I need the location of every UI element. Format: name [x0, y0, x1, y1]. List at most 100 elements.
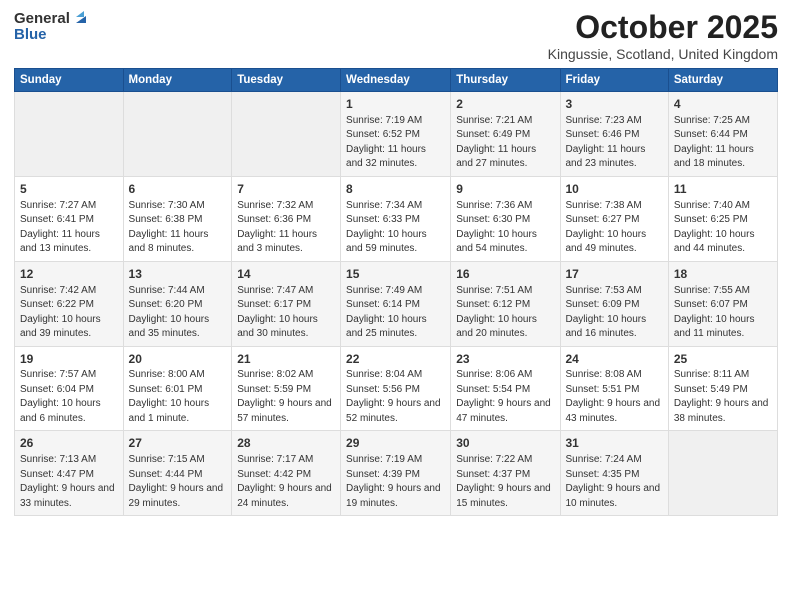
- table-row: [232, 92, 341, 177]
- table-row: 22Sunrise: 8:04 AM Sunset: 5:56 PM Dayli…: [341, 346, 451, 431]
- day-number: 19: [20, 351, 118, 368]
- table-row: 23Sunrise: 8:06 AM Sunset: 5:54 PM Dayli…: [451, 346, 560, 431]
- day-number: 27: [129, 435, 227, 452]
- table-row: 25Sunrise: 8:11 AM Sunset: 5:49 PM Dayli…: [668, 346, 777, 431]
- day-number: 25: [674, 351, 772, 368]
- page-container: General Blue October 2025 Kingussie, Sco…: [0, 0, 792, 524]
- day-info: Sunrise: 7:32 AM Sunset: 6:36 PM Dayligh…: [237, 199, 335, 257]
- calendar-week-row: 26Sunrise: 7:13 AM Sunset: 4:47 PM Dayli…: [15, 431, 778, 516]
- day-number: 1: [346, 96, 445, 113]
- calendar-table: Sunday Monday Tuesday Wednesday Thursday…: [14, 68, 778, 516]
- table-row: 14Sunrise: 7:47 AM Sunset: 6:17 PM Dayli…: [232, 261, 341, 346]
- table-row: 13Sunrise: 7:44 AM Sunset: 6:20 PM Dayli…: [123, 261, 232, 346]
- day-number: 31: [566, 435, 663, 452]
- table-row: 29Sunrise: 7:19 AM Sunset: 4:39 PM Dayli…: [341, 431, 451, 516]
- table-row: 12Sunrise: 7:42 AM Sunset: 6:22 PM Dayli…: [15, 261, 124, 346]
- col-monday: Monday: [123, 69, 232, 92]
- table-row: 6Sunrise: 7:30 AM Sunset: 6:38 PM Daylig…: [123, 176, 232, 261]
- col-sunday: Sunday: [15, 69, 124, 92]
- day-info: Sunrise: 7:47 AM Sunset: 6:17 PM Dayligh…: [237, 284, 335, 342]
- table-row: [123, 92, 232, 177]
- day-info: Sunrise: 7:25 AM Sunset: 6:44 PM Dayligh…: [674, 114, 772, 172]
- table-row: 3Sunrise: 7:23 AM Sunset: 6:46 PM Daylig…: [560, 92, 668, 177]
- day-info: Sunrise: 7:17 AM Sunset: 4:42 PM Dayligh…: [237, 453, 335, 511]
- day-number: 24: [566, 351, 663, 368]
- day-info: Sunrise: 7:13 AM Sunset: 4:47 PM Dayligh…: [20, 453, 118, 511]
- day-number: 18: [674, 266, 772, 283]
- table-row: 15Sunrise: 7:49 AM Sunset: 6:14 PM Dayli…: [341, 261, 451, 346]
- day-info: Sunrise: 7:53 AM Sunset: 6:09 PM Dayligh…: [566, 284, 663, 342]
- day-info: Sunrise: 8:06 AM Sunset: 5:54 PM Dayligh…: [456, 368, 554, 426]
- header: General Blue October 2025 Kingussie, Sco…: [14, 10, 778, 62]
- day-info: Sunrise: 7:27 AM Sunset: 6:41 PM Dayligh…: [20, 199, 118, 257]
- title-block: October 2025 Kingussie, Scotland, United…: [548, 10, 778, 62]
- col-saturday: Saturday: [668, 69, 777, 92]
- day-number: 6: [129, 181, 227, 198]
- table-row: 16Sunrise: 7:51 AM Sunset: 6:12 PM Dayli…: [451, 261, 560, 346]
- day-number: 20: [129, 351, 227, 368]
- day-info: Sunrise: 7:24 AM Sunset: 4:35 PM Dayligh…: [566, 453, 663, 511]
- table-row: 19Sunrise: 7:57 AM Sunset: 6:04 PM Dayli…: [15, 346, 124, 431]
- table-row: 24Sunrise: 8:08 AM Sunset: 5:51 PM Dayli…: [560, 346, 668, 431]
- day-number: 9: [456, 181, 554, 198]
- day-info: Sunrise: 7:30 AM Sunset: 6:38 PM Dayligh…: [129, 199, 227, 257]
- day-info: Sunrise: 7:38 AM Sunset: 6:27 PM Dayligh…: [566, 199, 663, 257]
- logo-general: General: [14, 10, 70, 27]
- table-row: 2Sunrise: 7:21 AM Sunset: 6:49 PM Daylig…: [451, 92, 560, 177]
- day-number: 17: [566, 266, 663, 283]
- day-info: Sunrise: 7:42 AM Sunset: 6:22 PM Dayligh…: [20, 284, 118, 342]
- day-number: 3: [566, 96, 663, 113]
- table-row: 10Sunrise: 7:38 AM Sunset: 6:27 PM Dayli…: [560, 176, 668, 261]
- day-number: 26: [20, 435, 118, 452]
- day-number: 5: [20, 181, 118, 198]
- table-row: 8Sunrise: 7:34 AM Sunset: 6:33 PM Daylig…: [341, 176, 451, 261]
- day-number: 30: [456, 435, 554, 452]
- day-number: 11: [674, 181, 772, 198]
- day-number: 10: [566, 181, 663, 198]
- logo-icon: [72, 10, 90, 28]
- day-info: Sunrise: 7:22 AM Sunset: 4:37 PM Dayligh…: [456, 453, 554, 511]
- col-tuesday: Tuesday: [232, 69, 341, 92]
- day-number: 22: [346, 351, 445, 368]
- logo: General Blue: [14, 10, 90, 44]
- table-row: 20Sunrise: 8:00 AM Sunset: 6:01 PM Dayli…: [123, 346, 232, 431]
- day-info: Sunrise: 7:57 AM Sunset: 6:04 PM Dayligh…: [20, 368, 118, 426]
- table-row: 30Sunrise: 7:22 AM Sunset: 4:37 PM Dayli…: [451, 431, 560, 516]
- day-info: Sunrise: 8:00 AM Sunset: 6:01 PM Dayligh…: [129, 368, 227, 426]
- day-info: Sunrise: 7:34 AM Sunset: 6:33 PM Dayligh…: [346, 199, 445, 257]
- day-info: Sunrise: 8:02 AM Sunset: 5:59 PM Dayligh…: [237, 368, 335, 426]
- table-row: 7Sunrise: 7:32 AM Sunset: 6:36 PM Daylig…: [232, 176, 341, 261]
- day-number: 23: [456, 351, 554, 368]
- day-number: 16: [456, 266, 554, 283]
- month-title: October 2025: [548, 10, 778, 45]
- logo-blue: Blue: [14, 26, 47, 44]
- calendar-week-row: 1Sunrise: 7:19 AM Sunset: 6:52 PM Daylig…: [15, 92, 778, 177]
- day-number: 2: [456, 96, 554, 113]
- day-info: Sunrise: 7:23 AM Sunset: 6:46 PM Dayligh…: [566, 114, 663, 172]
- day-info: Sunrise: 7:19 AM Sunset: 4:39 PM Dayligh…: [346, 453, 445, 511]
- table-row: 26Sunrise: 7:13 AM Sunset: 4:47 PM Dayli…: [15, 431, 124, 516]
- table-row: 11Sunrise: 7:40 AM Sunset: 6:25 PM Dayli…: [668, 176, 777, 261]
- day-number: 4: [674, 96, 772, 113]
- table-row: 4Sunrise: 7:25 AM Sunset: 6:44 PM Daylig…: [668, 92, 777, 177]
- day-info: Sunrise: 7:55 AM Sunset: 6:07 PM Dayligh…: [674, 284, 772, 342]
- day-number: 15: [346, 266, 445, 283]
- table-row: 18Sunrise: 7:55 AM Sunset: 6:07 PM Dayli…: [668, 261, 777, 346]
- table-row: 17Sunrise: 7:53 AM Sunset: 6:09 PM Dayli…: [560, 261, 668, 346]
- table-row: 31Sunrise: 7:24 AM Sunset: 4:35 PM Dayli…: [560, 431, 668, 516]
- day-info: Sunrise: 7:44 AM Sunset: 6:20 PM Dayligh…: [129, 284, 227, 342]
- table-row: 28Sunrise: 7:17 AM Sunset: 4:42 PM Dayli…: [232, 431, 341, 516]
- day-info: Sunrise: 8:08 AM Sunset: 5:51 PM Dayligh…: [566, 368, 663, 426]
- day-info: Sunrise: 7:19 AM Sunset: 6:52 PM Dayligh…: [346, 114, 445, 172]
- weekday-header-row: Sunday Monday Tuesday Wednesday Thursday…: [15, 69, 778, 92]
- col-thursday: Thursday: [451, 69, 560, 92]
- day-number: 29: [346, 435, 445, 452]
- day-number: 13: [129, 266, 227, 283]
- day-number: 12: [20, 266, 118, 283]
- day-info: Sunrise: 8:11 AM Sunset: 5:49 PM Dayligh…: [674, 368, 772, 426]
- calendar-week-row: 12Sunrise: 7:42 AM Sunset: 6:22 PM Dayli…: [15, 261, 778, 346]
- calendar-week-row: 5Sunrise: 7:27 AM Sunset: 6:41 PM Daylig…: [15, 176, 778, 261]
- day-info: Sunrise: 7:15 AM Sunset: 4:44 PM Dayligh…: [129, 453, 227, 511]
- table-row: 5Sunrise: 7:27 AM Sunset: 6:41 PM Daylig…: [15, 176, 124, 261]
- location: Kingussie, Scotland, United Kingdom: [548, 46, 778, 62]
